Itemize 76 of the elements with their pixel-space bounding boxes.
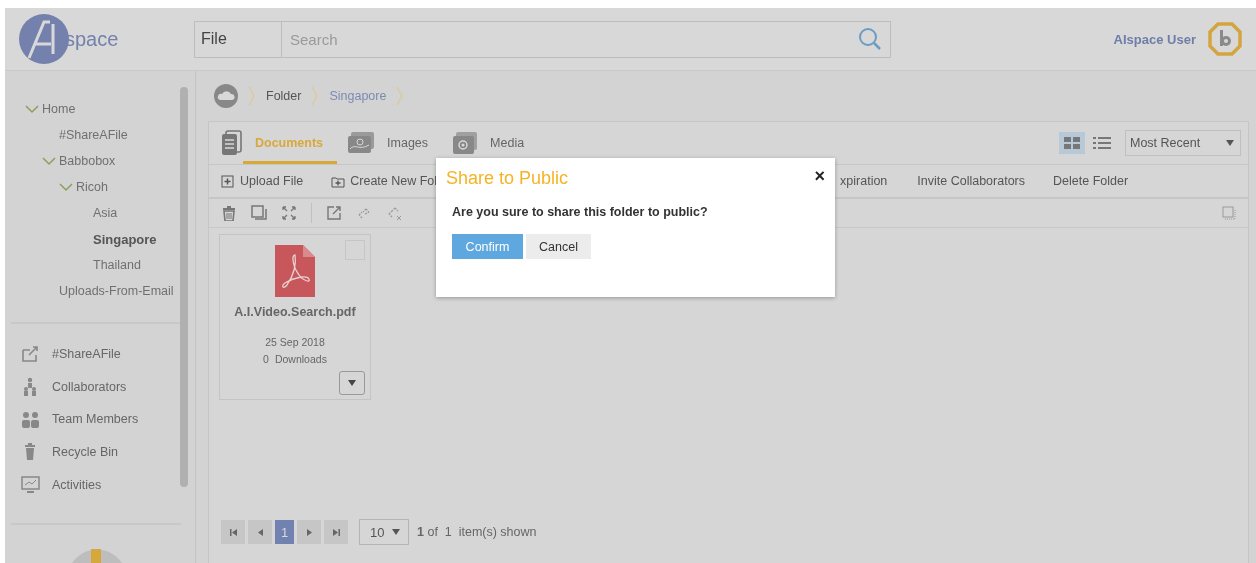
tree-item[interactable]: #ShareAFile — [59, 128, 128, 142]
action-button[interactable]: Invite Collaborators — [917, 174, 1026, 188]
action-button[interactable]: xpiration — [840, 174, 888, 188]
nav-item[interactable]: Collaborators — [52, 379, 127, 394]
file-menu-button[interactable] — [339, 371, 365, 395]
image-icon[interactable] — [347, 131, 376, 155]
folder-icon — [331, 174, 346, 188]
confirm-button[interactable]: Confirm — [452, 234, 523, 259]
breadcrumb-link[interactable]: Folder — [266, 89, 302, 103]
logo-icon — [19, 14, 69, 64]
tree-item[interactable]: Thailand — [93, 258, 141, 272]
caret-icon — [392, 529, 400, 535]
user-name[interactable]: AIspace User — [1113, 31, 1196, 47]
chevron-icon[interactable] — [42, 156, 56, 166]
tree-item[interactable]: Asia — [93, 206, 118, 220]
nav-item[interactable]: Recycle Bin — [52, 444, 118, 459]
search-icon[interactable] — [858, 27, 882, 51]
plus-icon — [221, 174, 235, 188]
select-all-icon[interactable] — [1222, 206, 1236, 220]
dialog-message: Are you sure to share this folder to public? — [452, 205, 709, 219]
tree-item[interactable]: Home — [42, 102, 76, 116]
cloud-icon[interactable] — [214, 84, 238, 108]
breadcrumb-link[interactable]: Singapore — [329, 89, 387, 103]
team-icon[interactable] — [21, 409, 40, 429]
sort-dropdown[interactable]: Most Recent — [1125, 130, 1241, 156]
dialog-title: Share to Public — [446, 168, 569, 189]
monitor-icon[interactable] — [21, 475, 40, 495]
tree-item[interactable]: Uploads-From-Email — [59, 284, 174, 298]
chevron-icon — [311, 86, 320, 106]
nav-item[interactable]: Team Members — [52, 412, 139, 427]
tree-item[interactable]: Ricoh — [76, 180, 108, 194]
grid-view-icon[interactable] — [1059, 132, 1085, 154]
logo-text: space — [65, 27, 119, 51]
pdf-file-icon — [275, 245, 315, 297]
chevron-icon — [396, 86, 405, 106]
file-card[interactable]: A.I.Video.Search.pdf 25 Sep 2018 0 Downloads — [219, 234, 371, 400]
expand-icon[interactable] — [281, 205, 297, 221]
downloads-label: Downloads — [274, 353, 327, 365]
action-button[interactable]: Upload File — [221, 174, 304, 188]
chevron-icon[interactable] — [59, 182, 73, 192]
unlink-icon[interactable] — [386, 205, 402, 221]
pager-button[interactable] — [221, 520, 245, 544]
pager-button[interactable] — [248, 520, 272, 544]
share-icon[interactable] — [21, 344, 40, 364]
documents-icon[interactable] — [221, 130, 243, 156]
external-link-icon[interactable] — [326, 205, 342, 221]
tree-item[interactable]: Babbobox — [59, 154, 116, 168]
tab[interactable]: Images — [375, 122, 443, 164]
file-date: 25 Sep 2018 — [265, 336, 325, 348]
caret-icon — [1226, 140, 1234, 146]
page-number[interactable]: 1 — [275, 520, 294, 544]
camera-icon[interactable] — [452, 131, 479, 155]
page-size-dropdown[interactable]: 10 — [359, 519, 409, 545]
last-page-icon — [330, 526, 342, 538]
scope-dropdown[interactable]: File — [194, 20, 282, 58]
scrollbar[interactable] — [180, 87, 188, 487]
caret-icon — [348, 380, 356, 386]
chevron-icon[interactable] — [25, 104, 39, 114]
tree-item[interactable]: Singapore — [93, 231, 157, 247]
pager-summary: 1 of 1 item(s) shown — [417, 525, 537, 539]
chevron-icon — [248, 86, 256, 106]
file-name: A.I.Video.Search.pdf — [234, 305, 356, 319]
pager-button[interactable] — [297, 520, 321, 544]
action-button[interactable]: Create New Fol — [331, 174, 438, 188]
copy-icon[interactable] — [251, 205, 267, 221]
cancel-button[interactable]: Cancel — [526, 234, 591, 259]
action-button[interactable]: Delete Folder — [1053, 174, 1129, 188]
pager-button[interactable] — [324, 520, 348, 544]
close-button[interactable]: × — [814, 168, 825, 184]
avatar-icon[interactable] — [1208, 22, 1242, 56]
nav-item[interactable]: #ShareAFile — [52, 346, 121, 361]
trash-icon[interactable] — [221, 205, 237, 221]
tab[interactable]: Media — [478, 122, 539, 164]
first-page-icon — [227, 526, 239, 538]
download-count: 0 — [263, 353, 269, 365]
nav-item[interactable]: Activities — [52, 477, 102, 492]
